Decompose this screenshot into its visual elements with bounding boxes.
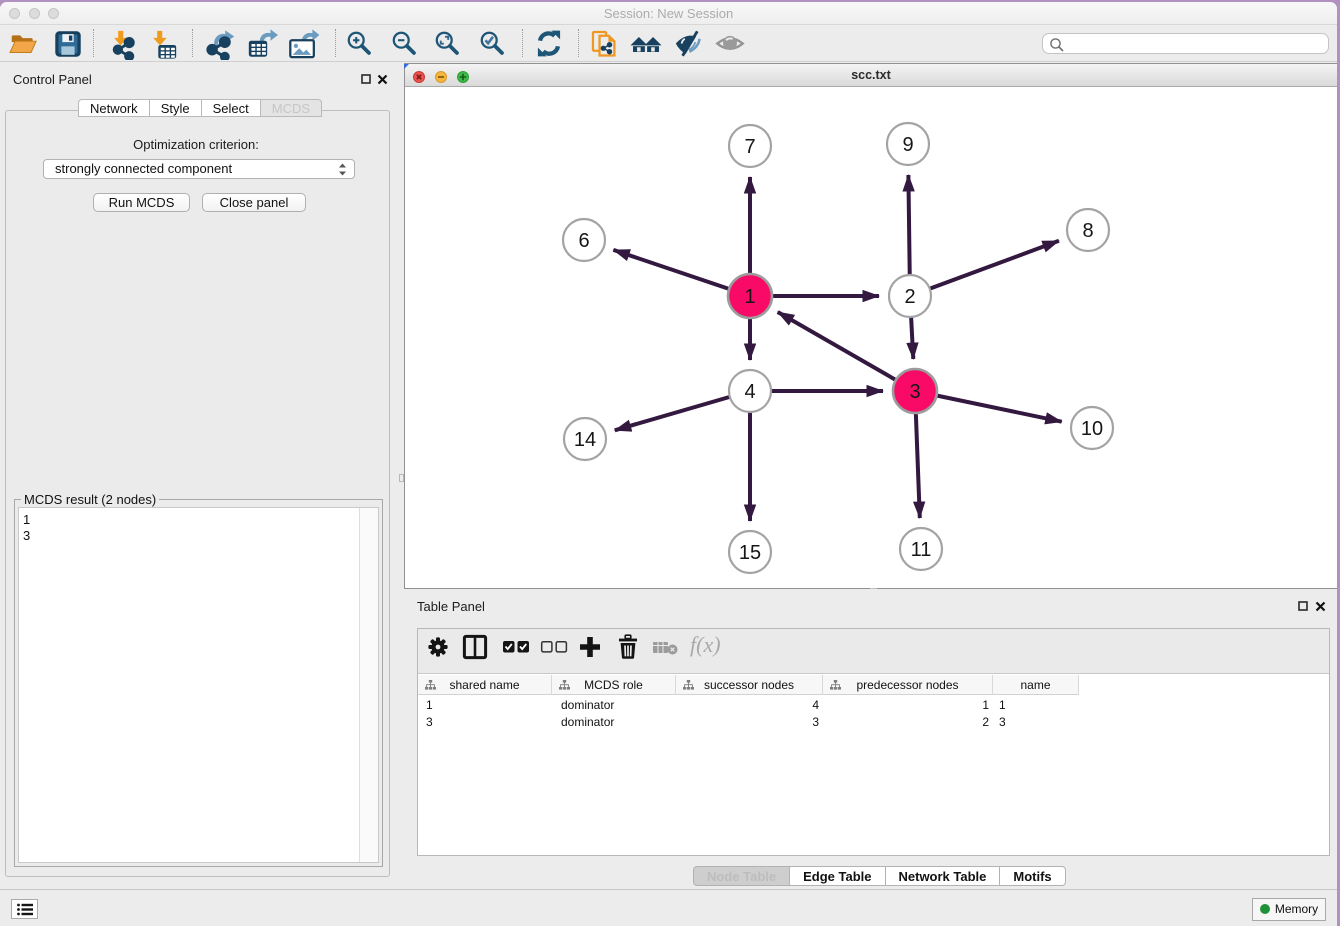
svg-text:15: 15	[739, 542, 761, 564]
svg-text:3: 3	[909, 381, 920, 403]
svg-text:11: 11	[911, 539, 932, 561]
svg-text:7: 7	[744, 136, 755, 158]
svg-text:10: 10	[1081, 418, 1103, 440]
svg-text:6: 6	[578, 230, 589, 252]
svg-text:9: 9	[902, 134, 913, 156]
svg-text:1: 1	[744, 286, 755, 308]
svg-text:8: 8	[1082, 220, 1093, 242]
svg-text:2: 2	[904, 286, 915, 308]
svg-text:14: 14	[574, 429, 596, 451]
svg-text:4: 4	[744, 381, 755, 403]
